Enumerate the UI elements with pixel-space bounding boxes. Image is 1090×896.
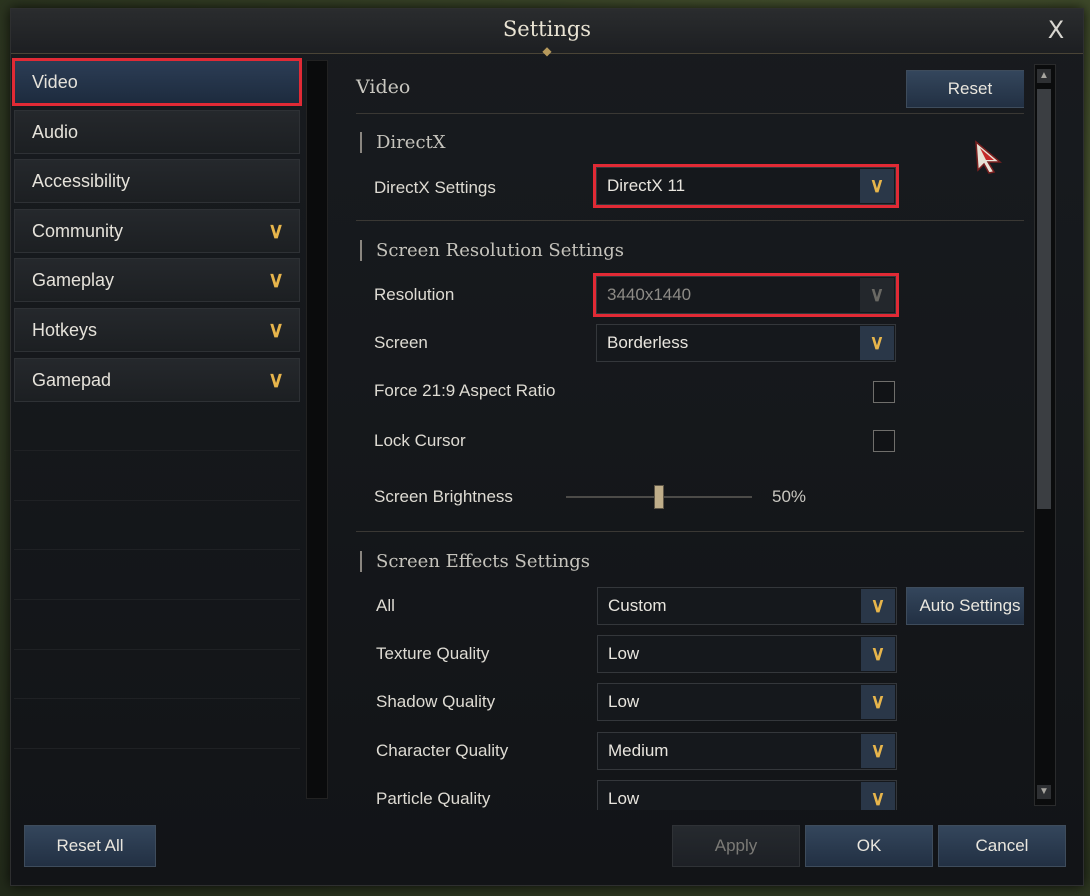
nav-item-label: Audio	[32, 121, 79, 142]
chevron-down-icon: ∨	[860, 169, 894, 203]
divider	[356, 531, 1024, 532]
chevron-down-icon: ∨	[267, 267, 285, 293]
screen-label: Screen	[374, 333, 428, 352]
select-value: Medium	[608, 741, 669, 760]
chevron-down-icon: ∨	[267, 366, 285, 392]
select-value: Custom	[608, 596, 667, 615]
divider	[356, 220, 1024, 221]
chevron-down-icon: ∨	[861, 782, 895, 810]
chevron-down-icon: ∨	[861, 637, 895, 671]
panel-heading: Video	[356, 76, 411, 98]
nav-item-label: Gameplay	[32, 270, 115, 291]
texture-quality-select[interactable]: Low ∨	[597, 635, 897, 673]
ok-button[interactable]: OK	[805, 825, 933, 867]
nav-empty-slot	[14, 506, 300, 551]
chevron-down-icon: ∨	[861, 589, 895, 623]
resolution-select[interactable]: 3440x1440 ∨	[593, 273, 899, 317]
nav-empty-slot	[14, 606, 300, 650]
nav-scrollbar[interactable]	[306, 60, 328, 799]
scroll-down-icon[interactable]: ▼	[1037, 785, 1051, 799]
nav-item-gamepad[interactable]: Gamepad ∨	[14, 357, 300, 402]
force-aspect-label: Force 21:9 Aspect Ratio	[374, 381, 556, 400]
window-title: Settings	[502, 17, 592, 41]
force-aspect-checkbox[interactable]	[873, 381, 895, 403]
settings-nav: Video Audio Accessibility Community ∨ Ga…	[12, 58, 302, 754]
nav-item-label: Gamepad	[32, 369, 112, 390]
select-value: 3440x1440	[607, 285, 692, 304]
texture-quality-label: Texture Quality	[376, 644, 490, 663]
content-scrollbar[interactable]: ▲ ▼	[1034, 64, 1056, 806]
screen-select[interactable]: Borderless ∨	[596, 324, 896, 362]
resolution-label: Resolution	[374, 285, 455, 304]
nav-empty-slot	[14, 655, 300, 700]
nav-item-accessibility[interactable]: Accessibility	[14, 159, 300, 204]
video-settings-panel: Video Reset DirectX DirectX Settings Dir…	[344, 60, 1024, 810]
scroll-thumb[interactable]	[1037, 89, 1051, 509]
chevron-down-icon: ∨	[860, 278, 894, 312]
lock-cursor-checkbox[interactable]	[873, 430, 895, 452]
auto-settings-button[interactable]: Auto Settings	[906, 587, 1024, 625]
nav-item-audio[interactable]: Audio	[14, 109, 300, 154]
all-quality-label: All	[376, 596, 395, 615]
scroll-up-icon[interactable]: ▲	[1037, 69, 1051, 83]
chevron-down-icon: ∨	[267, 217, 285, 243]
effects-section-title: Screen Effects Settings	[360, 551, 590, 572]
close-button[interactable]: X	[1043, 16, 1069, 44]
mouse-cursor-icon	[975, 140, 1002, 174]
particle-quality-label: Particle Quality	[376, 789, 491, 808]
all-quality-select[interactable]: Custom ∨	[597, 587, 897, 625]
nav-item-label: Community	[32, 220, 124, 241]
nav-empty-slot	[14, 457, 300, 501]
shadow-quality-select[interactable]: Low ∨	[597, 683, 897, 721]
shadow-quality-label: Shadow Quality	[376, 692, 496, 711]
directx-select[interactable]: DirectX 11 ∨	[593, 164, 899, 208]
nav-item-community[interactable]: Community ∨	[14, 208, 300, 253]
particle-quality-select[interactable]: Low ∨	[597, 780, 897, 810]
reset-all-button[interactable]: Reset All	[24, 825, 156, 867]
nav-item-video[interactable]: Video	[12, 58, 302, 106]
nav-item-label: Video	[32, 72, 78, 92]
chevron-down-icon: ∨	[267, 316, 285, 342]
reset-button[interactable]: Reset	[906, 70, 1024, 108]
nav-empty-slot	[14, 407, 300, 452]
chevron-down-icon: ∨	[860, 326, 894, 360]
ornament-icon: ◆	[542, 44, 552, 58]
nav-item-gameplay[interactable]: Gameplay ∨	[14, 258, 300, 303]
directx-section-title: DirectX	[360, 132, 446, 153]
select-value: Borderless	[607, 333, 689, 352]
nav-item-label: Hotkeys	[32, 319, 98, 340]
nav-item-label: Accessibility	[32, 171, 131, 192]
brightness-value: 50%	[772, 487, 807, 506]
nav-empty-slot	[14, 556, 300, 600]
chevron-down-icon: ∨	[861, 734, 895, 768]
cancel-button[interactable]: Cancel	[938, 825, 1066, 867]
nav-empty-slot	[14, 705, 300, 749]
lock-cursor-label: Lock Cursor	[374, 431, 466, 450]
resolution-section-title: Screen Resolution Settings	[360, 240, 624, 261]
divider	[356, 113, 1024, 114]
select-value: Low	[608, 789, 640, 808]
character-quality-label: Character Quality	[376, 741, 509, 760]
chevron-down-icon: ∨	[861, 685, 895, 719]
nav-item-hotkeys[interactable]: Hotkeys ∨	[14, 307, 300, 352]
character-quality-select[interactable]: Medium ∨	[597, 732, 897, 770]
brightness-slider-thumb[interactable]	[654, 485, 664, 509]
select-value: Low	[608, 644, 640, 663]
brightness-label: Screen Brightness	[374, 487, 513, 506]
title-bar: Settings ◆ X	[11, 9, 1083, 58]
apply-button[interactable]: Apply	[672, 825, 800, 867]
select-value: DirectX 11	[607, 176, 686, 195]
directx-settings-label: DirectX Settings	[374, 178, 496, 197]
select-value: Low	[608, 692, 640, 711]
